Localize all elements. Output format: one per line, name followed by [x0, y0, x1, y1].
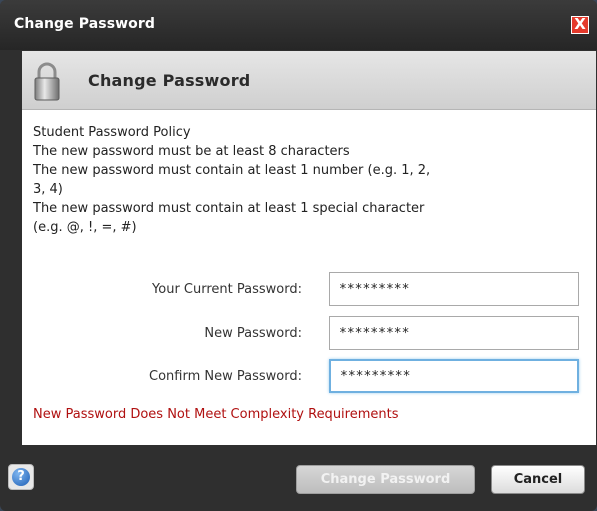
password-policy: Student Password Policy The new password… — [33, 123, 588, 237]
dialog-panel: Change Password Student Password Policy … — [22, 51, 596, 445]
lock-icon — [34, 62, 60, 101]
current-password-label: Your Current Password: — [152, 282, 302, 297]
panel-header: Change Password — [22, 51, 596, 110]
policy-line: The new password must be at least 8 char… — [33, 144, 350, 159]
policy-line: 3, 4) — [33, 182, 63, 197]
change-password-button[interactable]: Change Password — [296, 465, 475, 494]
new-password-label: New Password: — [204, 326, 302, 341]
policy-line: Student Password Policy — [33, 125, 191, 140]
policy-line: (e.g. @, !, =, #) — [33, 220, 137, 235]
change-password-dialog: Change Password X Change Password Studen… — [0, 0, 597, 511]
current-password-field[interactable] — [329, 272, 579, 306]
confirm-password-field[interactable] — [329, 359, 579, 393]
new-password-field[interactable] — [329, 316, 579, 350]
confirm-password-row: Confirm New Password: — [22, 359, 596, 395]
error-message: New Password Does Not Meet Complexity Re… — [33, 407, 399, 422]
policy-line: The new password must contain at least 1… — [33, 201, 425, 216]
confirm-password-label: Confirm New Password: — [149, 369, 302, 384]
cancel-button[interactable]: Cancel — [491, 465, 585, 494]
help-icon: ? — [12, 468, 30, 486]
help-button[interactable]: ? — [8, 464, 34, 490]
panel-heading: Change Password — [88, 71, 251, 90]
dialog-title: Change Password — [14, 16, 156, 32]
close-button[interactable]: X — [571, 16, 589, 34]
new-password-row: New Password: — [22, 316, 596, 352]
dialog-titlebar: Change Password X — [0, 0, 597, 50]
current-password-row: Your Current Password: — [22, 272, 596, 308]
policy-line: The new password must contain at least 1… — [33, 163, 431, 178]
